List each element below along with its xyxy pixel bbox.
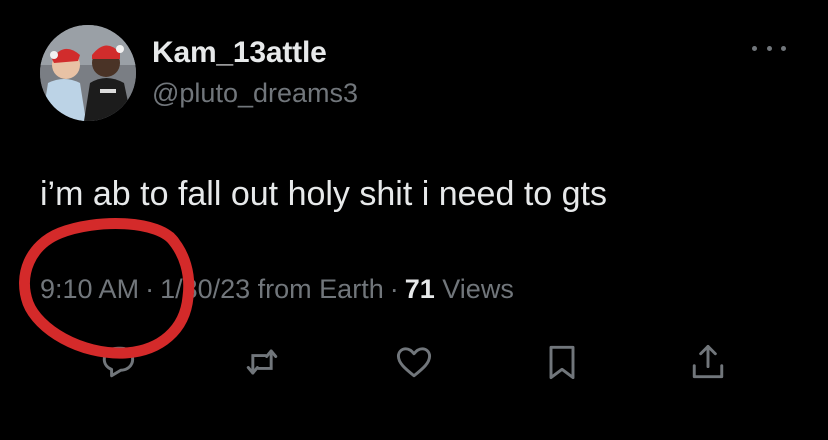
retweet-icon (246, 349, 278, 375)
meta-separator: · (389, 274, 399, 304)
more-horizontal-icon (752, 45, 757, 51)
views-label[interactable]: Views (442, 274, 514, 304)
meta-separator: · (145, 274, 155, 304)
display-name[interactable]: Kam_13attle (152, 36, 327, 70)
share-icon (692, 344, 724, 379)
like-button[interactable] (392, 340, 436, 384)
bookmark-icon (549, 345, 575, 380)
heart-icon (396, 347, 432, 378)
share-button[interactable] (686, 340, 730, 384)
retweet-button[interactable] (240, 340, 284, 384)
avatar-image (40, 25, 136, 121)
reply-icon (102, 346, 135, 378)
tweet-source: from Earth (257, 274, 384, 304)
tweet-time[interactable]: 9:10 AM (40, 274, 139, 304)
more-options-button[interactable] (752, 38, 786, 58)
tweet-meta: 9:10 AM · 1/30/23 from Earth · 71 Views (40, 274, 514, 305)
more-horizontal-icon (766, 45, 772, 51)
user-handle[interactable]: @pluto_dreams3 (152, 78, 358, 109)
tweet-text: i’m ab to fall out holy shit i need to g… (40, 175, 607, 213)
reply-button[interactable] (96, 340, 140, 384)
views-count[interactable]: 71 (405, 274, 435, 304)
bookmark-button[interactable] (540, 340, 584, 384)
tweet-date[interactable]: 1/30/23 (160, 274, 250, 304)
avatar[interactable] (40, 25, 136, 121)
more-horizontal-icon (781, 45, 786, 51)
